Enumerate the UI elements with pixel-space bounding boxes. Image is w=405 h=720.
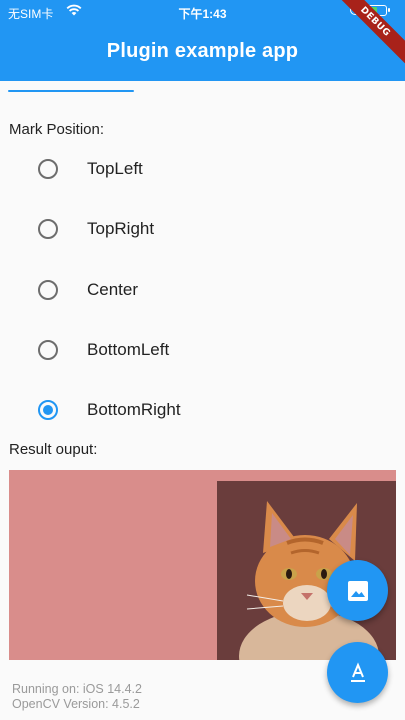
result-output-label: Result ouput: — [9, 441, 98, 458]
radio-selected-dot — [43, 405, 53, 415]
mark-position-label: Mark Position: — [9, 121, 105, 138]
radio-button[interactable] — [38, 280, 58, 300]
radio-option-bottomright[interactable]: BottomRight — [0, 382, 405, 438]
pick-image-button[interactable] — [327, 560, 388, 621]
radio-label: TopLeft — [87, 159, 143, 178]
radio-option-topleft[interactable]: TopLeft — [0, 141, 405, 197]
app-bar: 无SIM卡 下午1:43 Plugin example app DEBUG — [0, 0, 405, 81]
image-icon — [347, 580, 368, 601]
radio-option-topright[interactable]: TopRight — [0, 201, 405, 257]
text-format-icon — [350, 661, 365, 682]
radio-button[interactable] — [38, 340, 58, 360]
radio-label: Center — [87, 280, 139, 299]
text-field-underline[interactable] — [8, 90, 134, 92]
radio-label: BottomRight — [87, 400, 181, 419]
radio-label: BottomLeft — [87, 340, 170, 359]
page-title: Plugin example app — [106, 40, 299, 62]
status-bar: 无SIM卡 下午1:43 — [0, 0, 405, 24]
running-on-text: Running on: iOS 14.4.2 — [12, 682, 142, 696]
radio-option-bottomleft[interactable]: BottomLeft — [0, 322, 405, 378]
opencv-version-text: OpenCV Version: 4.5.2 — [12, 697, 140, 711]
radio-label: TopRight — [87, 219, 155, 238]
result-image — [9, 470, 396, 660]
status-time: 下午1:43 — [178, 7, 227, 21]
add-text-mark-button[interactable] — [327, 642, 388, 703]
radio-button-selected[interactable] — [38, 400, 58, 420]
radio-button[interactable] — [38, 219, 58, 239]
radio-option-center[interactable]: Center — [0, 262, 405, 318]
radio-button[interactable] — [38, 159, 58, 179]
